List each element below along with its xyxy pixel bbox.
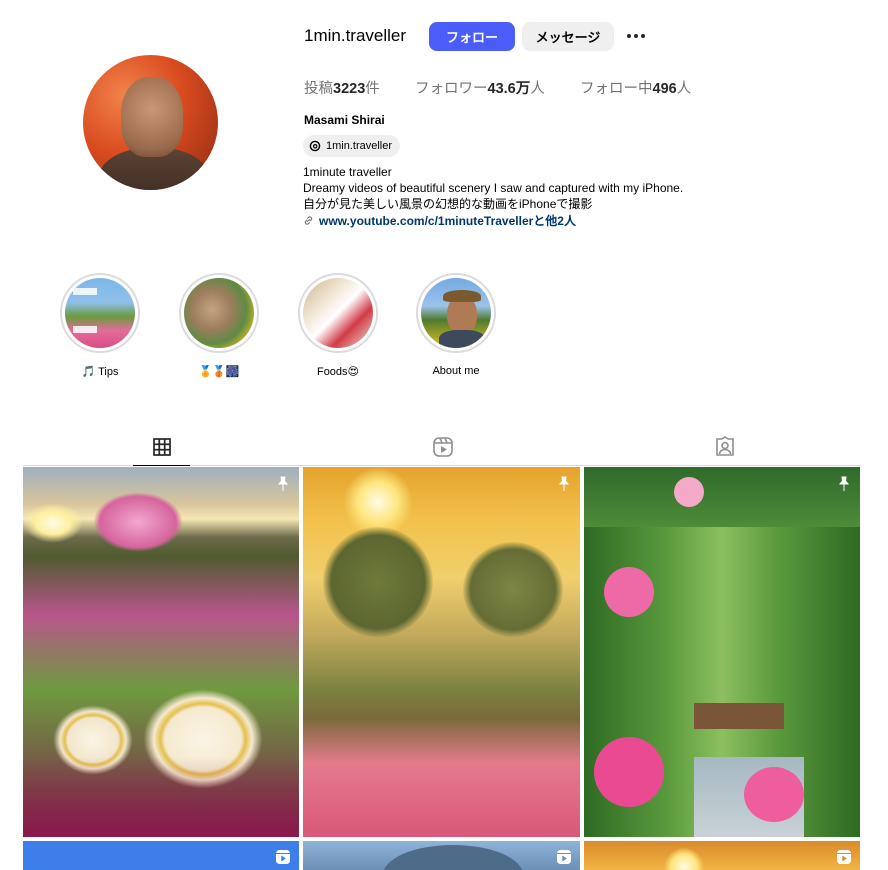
- tab-reels[interactable]: [428, 434, 458, 460]
- reel-icon: [557, 850, 571, 864]
- profile-avatar[interactable]: [83, 55, 218, 190]
- full-name: Masami Shirai: [304, 113, 385, 127]
- highlight-medals[interactable]: 🏅🥉🎆: [178, 273, 260, 378]
- pin-icon: [558, 476, 570, 491]
- highlight-label: About me: [432, 365, 480, 377]
- highlight-foods[interactable]: Foods😍: [297, 273, 379, 378]
- followers-count[interactable]: フォロワー43.6万人: [415, 77, 545, 98]
- active-tab-indicator: [133, 465, 190, 466]
- reel-icon: [837, 850, 851, 864]
- avatar-face: [121, 77, 183, 157]
- threads-handle: 1min.traveller: [326, 140, 393, 152]
- pin-icon: [277, 476, 289, 491]
- tab-posts[interactable]: [147, 434, 177, 460]
- following-count[interactable]: フォロー中496人: [580, 77, 691, 98]
- follow-button[interactable]: フォロー: [429, 22, 515, 51]
- reel-icon: [276, 850, 290, 864]
- highlight-about-me[interactable]: About me: [415, 273, 497, 377]
- link-text: www.youtube.com/c/1minuteTravellerと他2人: [319, 214, 576, 228]
- post-rose-garden[interactable]: [584, 467, 860, 837]
- profile-username: 1min.traveller: [304, 26, 407, 45]
- posts-count: 投稿3223件: [304, 81, 380, 97]
- link-icon: [304, 216, 313, 225]
- highlight-label: 🎵 Tips: [81, 366, 119, 378]
- more-horizontal-icon[interactable]: [624, 25, 648, 47]
- post-foggy-sunrise[interactable]: [303, 467, 580, 837]
- post-cosmos-sunset[interactable]: [23, 467, 299, 837]
- bio-line-2: Dreamy videos of beautiful scenery I saw…: [303, 181, 684, 195]
- threads-icon: [309, 140, 321, 152]
- reels-icon: [433, 437, 453, 457]
- tagged-icon: [716, 436, 734, 456]
- tab-tagged[interactable]: [710, 434, 740, 460]
- message-button[interactable]: メッセージ: [522, 22, 614, 51]
- threads-badge[interactable]: 1min.traveller: [303, 135, 401, 157]
- post-sunset[interactable]: [584, 841, 860, 870]
- highlight-label: Foods😍: [316, 366, 360, 378]
- bio-line-3: 自分が見た美しい風景の幻想的な動画をiPhoneで撮影: [303, 197, 593, 211]
- pin-icon: [838, 476, 850, 491]
- bio-line-1: 1minute traveller: [303, 165, 392, 179]
- highlight-tips[interactable]: 🎵 Tips: [59, 273, 141, 378]
- post-blue-sky[interactable]: [23, 841, 299, 870]
- external-link[interactable]: www.youtube.com/c/1minuteTravellerと他2人: [303, 212, 576, 229]
- highlight-label: 🏅🥉🎆: [198, 366, 240, 378]
- post-mountain[interactable]: [303, 841, 580, 870]
- grid-icon: [153, 438, 171, 456]
